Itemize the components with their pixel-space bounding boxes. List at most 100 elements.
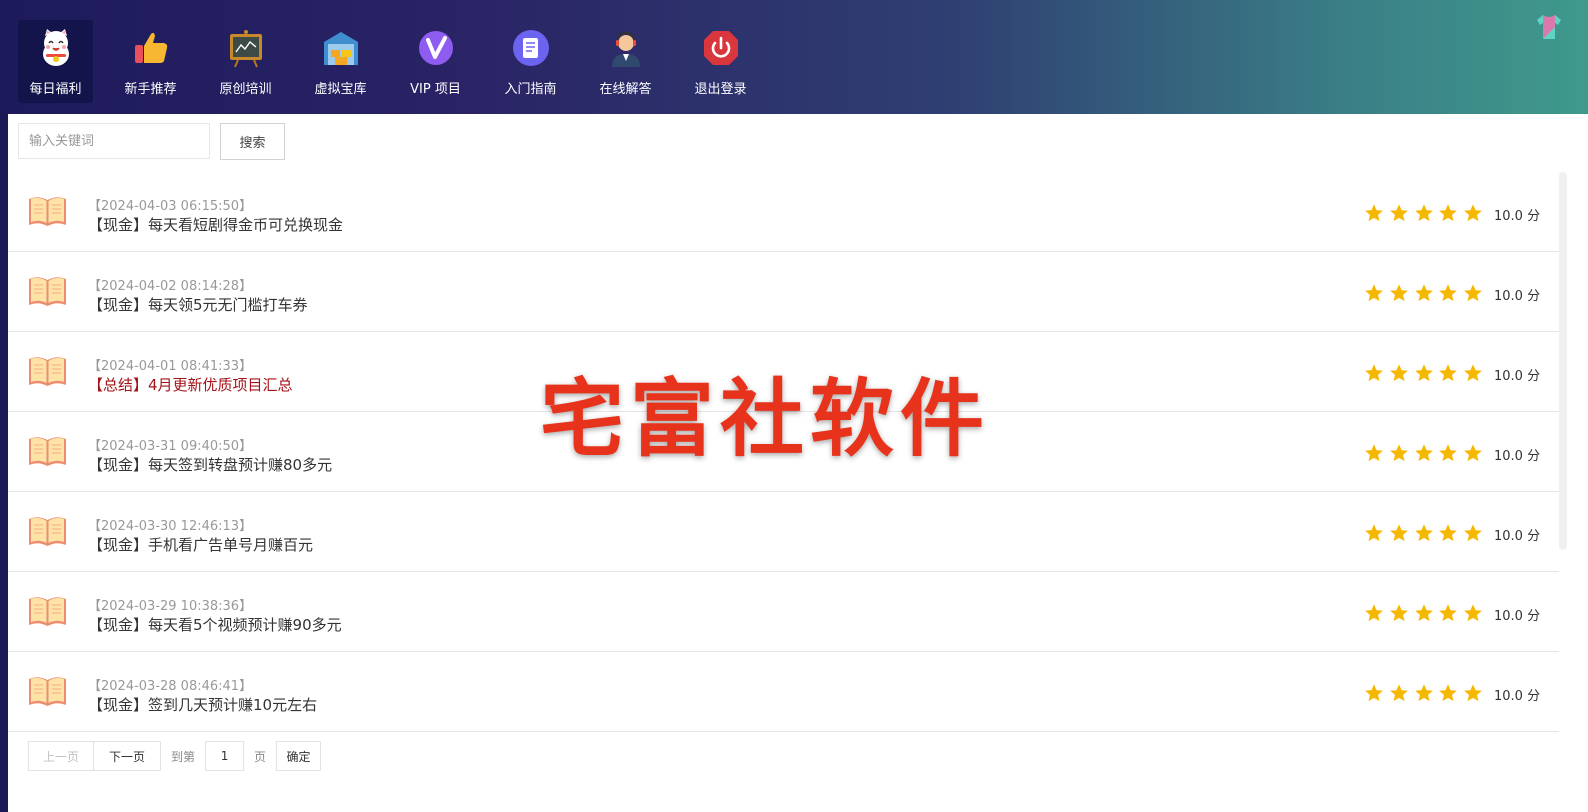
thumbs-up-icon — [134, 32, 167, 63]
list-item[interactable]: 【2024-03-30 12:46:13】 【现金】手机看广告单号月赚百元 10.0… — [8, 492, 1559, 572]
next-page-button[interactable]: 下一页 — [94, 741, 161, 771]
nav-item-online-answers[interactable]: 在线解答 — [588, 20, 663, 103]
theme-tshirt-icon[interactable] — [1534, 12, 1564, 42]
item-date: 【2024-03-30 12:46:13】 — [88, 519, 253, 534]
star-icon — [1364, 523, 1384, 543]
left-edge-strip — [0, 114, 8, 812]
item-title-link[interactable]: 【现金】每天看5个视频预计赚90多元 — [88, 614, 342, 635]
main-nav: 每日福利 新手推荐 原创培训 虚拟宝库 VIP 项目 入门指南 在线解答 退出登… — [18, 20, 778, 103]
star-icon — [1463, 363, 1483, 383]
star-icon — [1414, 203, 1434, 223]
item-score: 10.0 分 — [1494, 689, 1541, 704]
star-icon — [1389, 203, 1409, 223]
star-icon — [1389, 363, 1409, 383]
item-date: 【2024-03-28 08:46:41】 — [88, 679, 253, 694]
nav-label: 原创培训 — [219, 82, 272, 97]
item-title-link[interactable]: 【现金】每天领5元无门槛打车券 — [88, 294, 308, 315]
star-icon — [1414, 363, 1434, 383]
item-title-link[interactable]: 【现金】每天签到转盘预计赚80多元 — [88, 454, 332, 475]
star-icon — [1389, 523, 1409, 543]
vip-icon — [418, 31, 453, 65]
nav-item-beginner-recommend[interactable]: 新手推荐 — [113, 20, 188, 103]
item-date: 【2024-03-29 10:38:36】 — [88, 599, 253, 614]
lucky-cat-icon — [42, 29, 69, 66]
star-icon — [1414, 283, 1434, 303]
star-icon — [1463, 283, 1483, 303]
goto-label: 到第 — [171, 749, 196, 764]
item-date: 【2024-03-31 09:40:50】 — [88, 439, 253, 454]
star-icon — [1463, 203, 1483, 223]
star-icon — [1463, 683, 1483, 703]
star-icon — [1414, 683, 1434, 703]
star-icon — [1438, 603, 1458, 623]
nav-label: 入门指南 — [504, 82, 557, 97]
power-icon — [703, 31, 738, 65]
prev-page-button[interactable]: 上一页 — [28, 741, 94, 771]
nav-label: 虚拟宝库 — [314, 82, 367, 97]
nav-item-virtual-treasury[interactable]: 虚拟宝库 — [303, 20, 378, 103]
nav-label: 新手推荐 — [124, 82, 177, 97]
star-icon — [1438, 283, 1458, 303]
item-title-link[interactable]: 【现金】签到几天预计赚10元左右 — [88, 694, 317, 715]
star-icon — [1389, 283, 1409, 303]
search-button[interactable]: 搜索 — [220, 123, 285, 160]
book-icon — [27, 193, 68, 229]
nav-item-daily-welfare[interactable]: 每日福利 — [18, 20, 93, 103]
item-date: 【2024-04-01 08:41:33】 — [88, 359, 253, 374]
rating-stars — [1364, 443, 1488, 463]
list-scrollbar[interactable] — [1559, 172, 1567, 550]
nav-label: 每日福利 — [29, 82, 82, 97]
item-date: 【2024-04-02 08:14:28】 — [88, 279, 253, 294]
nav-item-vip-project[interactable]: VIP 项目 — [398, 20, 473, 103]
item-score: 10.0 分 — [1494, 529, 1541, 544]
book-icon — [27, 433, 68, 469]
top-navigation-bar: 每日福利 新手推荐 原创培训 虚拟宝库 VIP 项目 入门指南 在线解答 退出登… — [0, 0, 1588, 114]
nav-item-logout[interactable]: 退出登录 — [683, 20, 758, 103]
star-icon — [1389, 603, 1409, 623]
star-icon — [1364, 683, 1384, 703]
book-icon — [27, 513, 68, 549]
star-icon — [1463, 443, 1483, 463]
rating-stars — [1364, 203, 1488, 223]
book-icon — [27, 353, 68, 389]
page-number-input[interactable] — [205, 741, 245, 771]
warehouse-icon — [323, 32, 358, 65]
confirm-page-button[interactable]: 确定 — [276, 741, 322, 771]
item-score: 10.0 分 — [1494, 609, 1541, 624]
item-title-link[interactable]: 【现金】每天看短剧得金币可兑换现金 — [88, 214, 343, 235]
list-item[interactable]: 【2024-04-03 06:15:50】 【现金】每天看短剧得金币可兑换现金 10… — [8, 172, 1559, 252]
star-icon — [1364, 603, 1384, 623]
item-title-link[interactable]: 【总结】4月更新优质项目汇总 — [88, 374, 293, 395]
star-icon — [1463, 523, 1483, 543]
book-icon — [27, 673, 68, 709]
list-item[interactable]: 【2024-03-29 10:38:36】 【现金】每天看5个视频预计赚90多元 1… — [8, 572, 1559, 652]
item-title-link[interactable]: 【现金】手机看广告单号月赚百元 — [88, 534, 313, 555]
keyword-search-input[interactable] — [18, 123, 210, 159]
item-score: 10.0 分 — [1494, 449, 1541, 464]
support-agent-icon — [611, 31, 640, 67]
star-icon — [1364, 443, 1384, 463]
rating-stars — [1364, 523, 1488, 543]
book-icon — [27, 593, 68, 629]
star-icon — [1389, 683, 1409, 703]
star-icon — [1364, 283, 1384, 303]
star-icon — [1414, 523, 1434, 543]
star-icon — [1438, 203, 1458, 223]
star-icon — [1414, 443, 1434, 463]
nav-item-getting-started[interactable]: 入门指南 — [493, 20, 568, 103]
page-unit-label: 页 — [254, 749, 267, 764]
item-score: 10.0 分 — [1494, 369, 1541, 384]
star-icon — [1438, 523, 1458, 543]
rating-stars — [1364, 603, 1488, 623]
nav-label: VIP 项目 — [410, 82, 461, 97]
star-icon — [1438, 363, 1458, 383]
star-icon — [1463, 603, 1483, 623]
nav-item-original-training[interactable]: 原创培训 — [208, 20, 283, 103]
item-date: 【2024-04-03 06:15:50】 — [88, 199, 253, 214]
nav-label: 退出登录 — [694, 82, 747, 97]
star-icon — [1364, 203, 1384, 223]
rating-stars — [1364, 683, 1488, 703]
search-bar: 搜索 — [18, 123, 285, 160]
list-item[interactable]: 【2024-03-28 08:46:41】 【现金】签到几天预计赚10元左右 10.… — [8, 652, 1559, 732]
list-item[interactable]: 【2024-04-02 08:14:28】 【现金】每天领5元无门槛打车券 10.0… — [8, 252, 1559, 332]
